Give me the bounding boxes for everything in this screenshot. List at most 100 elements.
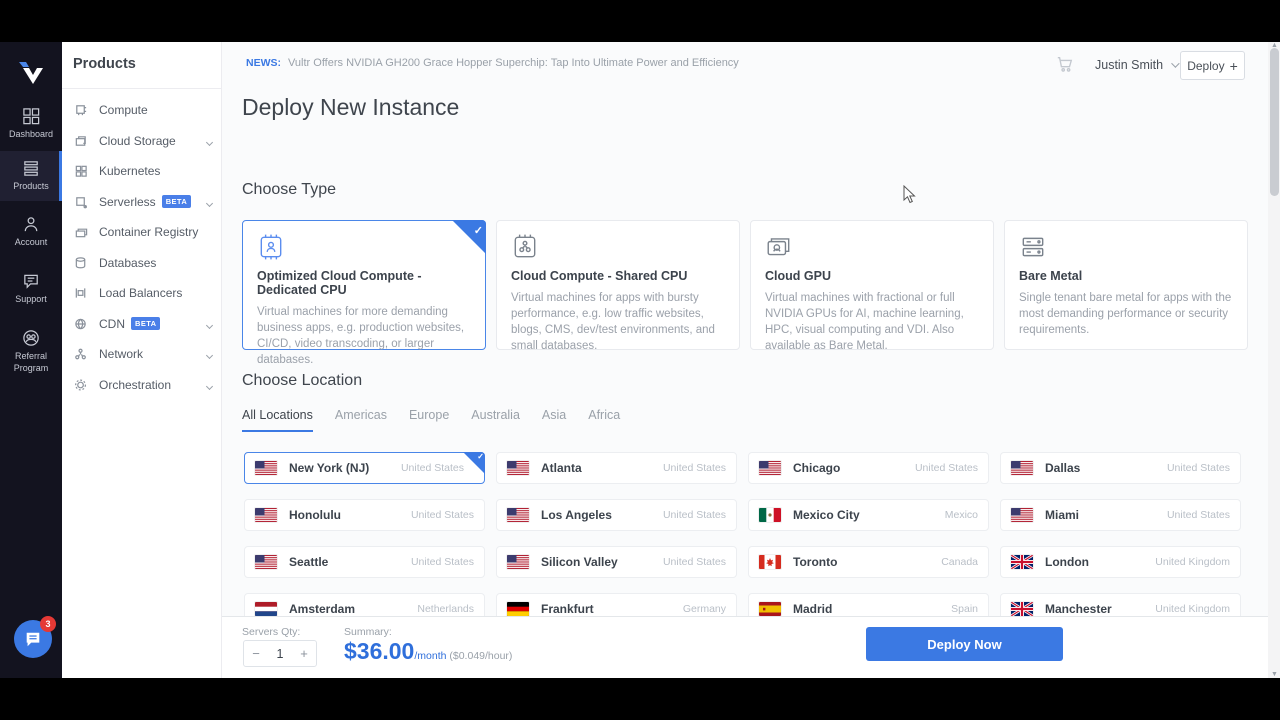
quantity-stepper: − 1 + — [243, 640, 317, 667]
menu-item-label: Container Registry — [99, 225, 198, 239]
menu-item-label: Compute — [99, 103, 148, 117]
menu-item-label: Orchestration — [99, 378, 171, 392]
location-card-mexico-city[interactable]: ✓Mexico CityMexico — [748, 499, 989, 531]
plus-icon: + — [1230, 58, 1238, 74]
menu-item-label: Serverless — [99, 195, 156, 209]
deploy-now-button[interactable]: Deploy Now — [866, 627, 1063, 661]
location-tabs: All Locations Americas Europe Australia Asia… — [242, 408, 620, 432]
container-registry-icon — [74, 225, 88, 239]
location-card-silicon-valley[interactable]: ✓Silicon ValleyUnited States — [496, 546, 737, 578]
news-ticker[interactable]: NEWS:Vultr Offers NVIDIA GH200 Grace Hop… — [246, 57, 739, 69]
chip-share-icon — [511, 233, 539, 261]
location-city: Seattle — [289, 555, 328, 569]
sidebar-item-dashboard[interactable]: Dashboard — [0, 99, 62, 149]
products-icon — [22, 159, 41, 178]
location-card-atlanta[interactable]: ✓AtlantaUnited States — [496, 452, 737, 484]
location-country: United States — [1167, 509, 1230, 521]
scrollbar-thumb[interactable] — [1270, 48, 1279, 196]
tab-asia[interactable]: Asia — [542, 408, 566, 432]
selected-check-icon: ✓ — [463, 452, 485, 474]
gb-flag-icon — [1011, 555, 1033, 569]
support-icon — [22, 272, 41, 291]
orchestration-icon — [74, 378, 88, 392]
sidebar-item-products[interactable]: Products — [0, 151, 62, 201]
beta-badge: BETA — [162, 195, 191, 208]
compute-icon — [74, 103, 88, 117]
chat-icon — [24, 630, 42, 648]
sidebar-item-referral-program[interactable]: Referral Program — [0, 321, 62, 382]
menu-item-label: Network — [99, 347, 143, 361]
menu-item-orchestration[interactable]: Orchestration — [62, 370, 222, 401]
type-card-cloud-gpu[interactable]: ✓Cloud GPUVirtual machines with fraction… — [750, 220, 994, 350]
gpu-stack-icon — [765, 233, 793, 261]
price-summary: $36.00/month ($0.049/hour) — [344, 638, 512, 665]
menu-item-label: Cloud Storage — [99, 134, 176, 148]
menu-item-compute[interactable]: Compute — [62, 95, 222, 126]
us-flag-icon — [507, 508, 529, 522]
load-balancers-icon — [74, 286, 88, 300]
tab-australia[interactable]: Australia — [471, 408, 520, 432]
us-flag-icon — [255, 461, 277, 475]
type-card-description: Single tenant bare metal for apps with t… — [1019, 290, 1233, 338]
server-stack-icon — [1019, 233, 1047, 261]
cart-icon[interactable] — [1056, 55, 1074, 78]
location-card-seattle[interactable]: ✓SeattleUnited States — [244, 546, 485, 578]
vultr-logo[interactable] — [0, 56, 62, 90]
location-country: Netherlands — [417, 603, 474, 615]
location-city: Miami — [1045, 508, 1079, 522]
menu-item-load-balancers[interactable]: Load Balancers — [62, 278, 222, 309]
location-card-toronto[interactable]: ✓TorontoCanada — [748, 546, 989, 578]
qty-minus-button[interactable]: − — [244, 646, 268, 661]
location-country: United States — [663, 556, 726, 568]
location-country: United Kingdom — [1155, 556, 1230, 568]
type-card-optimized-cloud-compute-dedicated-cpu[interactable]: ✓Optimized Cloud Compute - Dedicated CPU… — [242, 220, 486, 350]
location-card-dallas[interactable]: ✓DallasUnited States — [1000, 452, 1241, 484]
menu-item-cdn[interactable]: CDNBETA — [62, 309, 222, 340]
location-card-chicago[interactable]: ✓ChicagoUnited States — [748, 452, 989, 484]
network-icon — [74, 347, 88, 361]
type-card-bare-metal[interactable]: ✓Bare MetalSingle tenant bare metal for … — [1004, 220, 1248, 350]
deploy-button[interactable]: Deploy + — [1180, 51, 1245, 80]
menu-item-serverless[interactable]: Serverless BETA — [62, 187, 222, 218]
tab-americas[interactable]: Americas — [335, 408, 387, 432]
selected-check-icon: ✓ — [452, 220, 486, 254]
menu-item-databases[interactable]: Databases — [62, 248, 222, 279]
location-country: Spain — [951, 603, 978, 615]
tab-africa[interactable]: Africa — [588, 408, 620, 432]
sidebar-item-account[interactable]: Account — [0, 207, 62, 257]
scrollbar[interactable]: ▲ ▼ — [1268, 42, 1280, 678]
location-card-london[interactable]: ✓LondonUnited Kingdom — [1000, 546, 1241, 578]
menu-item-kubernetes[interactable]: Kubernetes — [62, 156, 222, 187]
scroll-down-arrow[interactable]: ▼ — [1271, 671, 1278, 678]
location-country: Canada — [941, 556, 978, 568]
user-name: Justin Smith — [1095, 58, 1163, 72]
location-card-los-angeles[interactable]: ✓Los AngelesUnited States — [496, 499, 737, 531]
summary-label: Summary: — [344, 626, 392, 638]
location-city: Chicago — [793, 461, 840, 475]
location-card-honolulu[interactable]: ✓HonoluluUnited States — [244, 499, 485, 531]
cdn-icon — [74, 317, 88, 331]
tab-europe[interactable]: Europe — [409, 408, 449, 432]
user-menu[interactable]: Justin Smith — [1095, 58, 1177, 72]
chat-widget-button[interactable]: 3 — [14, 620, 52, 658]
location-card-new-york-nj[interactable]: ✓New York (NJ)United States — [244, 452, 485, 484]
type-card-row: ✓Optimized Cloud Compute - Dedicated CPU… — [242, 220, 1248, 350]
location-city: New York (NJ) — [289, 461, 369, 475]
location-country: United States — [411, 556, 474, 568]
tab-all-locations[interactable]: All Locations — [242, 408, 313, 432]
menu-item-network[interactable]: Network — [62, 339, 222, 370]
us-flag-icon — [507, 461, 529, 475]
type-card-cloud-compute-shared-cpu[interactable]: ✓Cloud Compute - Shared CPUVirtual machi… — [496, 220, 740, 350]
location-city: Dallas — [1045, 461, 1080, 475]
qty-plus-button[interactable]: + — [292, 646, 316, 661]
location-card-miami[interactable]: ✓MiamiUnited States — [1000, 499, 1241, 531]
location-city: Los Angeles — [541, 508, 612, 522]
orchestration-icon — [74, 378, 88, 392]
sidebar-item-label: Dashboard — [9, 129, 53, 141]
chevron-down-icon — [207, 193, 212, 211]
sidebar-item-support[interactable]: Support — [0, 264, 62, 314]
menu-item-container-registry[interactable]: Container Registry — [62, 217, 222, 248]
main-content: NEWS:Vultr Offers NVIDIA GH200 Grace Hop… — [222, 42, 1280, 678]
sidebar-item-label: Account — [15, 237, 48, 249]
menu-item-cloud-storage[interactable]: Cloud Storage — [62, 126, 222, 157]
